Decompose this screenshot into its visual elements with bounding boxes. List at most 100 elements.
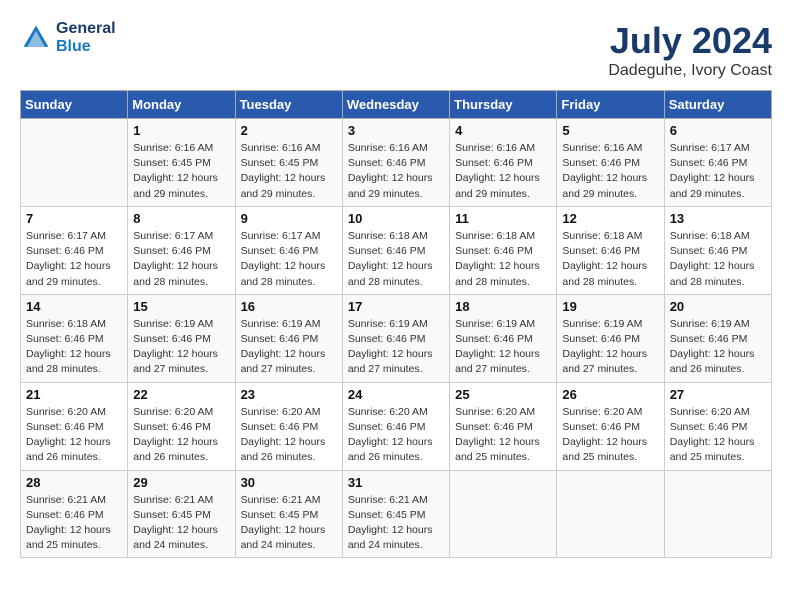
- header-tuesday: Tuesday: [235, 91, 342, 119]
- day-number: 8: [133, 211, 229, 226]
- calendar-cell: 17Sunrise: 6:19 AM Sunset: 6:46 PM Dayli…: [342, 294, 449, 382]
- calendar-cell: 9Sunrise: 6:17 AM Sunset: 6:46 PM Daylig…: [235, 206, 342, 294]
- calendar-cell: 22 Sunrise: 6:20 AM Sunset: 6:46 PM Dayli…: [128, 382, 235, 470]
- calendar-cell: 29 Sunrise: 6:21 AM Sunset: 6:45 PM Dayli…: [128, 470, 235, 558]
- header-saturday: Saturday: [664, 91, 771, 119]
- calendar-cell: 6 Sunrise: 6:17 AM Sunset: 6:46 PM Daylig…: [664, 119, 771, 207]
- day-number: 6: [670, 123, 766, 138]
- day-number: 14: [26, 299, 122, 314]
- calendar-cell: 2 Sunrise: 6:16 AM Sunset: 6:45 PM Daylig…: [235, 119, 342, 207]
- day-info: Sunrise: 6:20 AM Sunset: 6:46 PM Dayligh…: [562, 405, 658, 466]
- day-number: 29: [133, 475, 229, 490]
- day-info: Sunrise: 6:20 AM Sunset: 6:46 PM Dayligh…: [26, 405, 122, 466]
- month-title: July 2024: [608, 20, 772, 62]
- logo-text: General Blue: [56, 20, 116, 56]
- calendar-cell: 11 Sunrise: 6:18 AM Sunset: 6:46 PM Dayli…: [450, 206, 557, 294]
- day-info: Sunrise: 6:21 AM Sunset: 6:45 PM Dayligh…: [133, 493, 229, 554]
- day-number: 19: [562, 299, 658, 314]
- logo: General Blue: [20, 20, 116, 56]
- day-number: 4: [455, 123, 551, 138]
- calendar-cell: 12Sunrise: 6:18 AM Sunset: 6:46 PM Dayli…: [557, 206, 664, 294]
- day-info: Sunrise: 6:21 AM Sunset: 6:46 PM Dayligh…: [26, 493, 122, 554]
- calendar-cell: 5 Sunrise: 6:16 AM Sunset: 6:46 PM Daylig…: [557, 119, 664, 207]
- day-info: Sunrise: 6:18 AM Sunset: 6:46 PM Dayligh…: [670, 229, 766, 290]
- day-info: Sunrise: 6:20 AM Sunset: 6:46 PM Dayligh…: [670, 405, 766, 466]
- day-number: 23: [241, 387, 337, 402]
- day-info: Sunrise: 6:21 AM Sunset: 6:45 PM Dayligh…: [241, 493, 337, 554]
- calendar-cell: 15 Sunrise: 6:19 AM Sunset: 6:46 PM Dayli…: [128, 294, 235, 382]
- calendar-cell: 1Sunrise: 6:16 AM Sunset: 6:45 PM Daylig…: [128, 119, 235, 207]
- day-info: Sunrise: 6:20 AM Sunset: 6:46 PM Dayligh…: [133, 405, 229, 466]
- day-number: 31: [348, 475, 444, 490]
- calendar-cell: 20 Sunrise: 6:19 AM Sunset: 6:46 PM Dayli…: [664, 294, 771, 382]
- header-sunday: Sunday: [21, 91, 128, 119]
- day-number: 11: [455, 211, 551, 226]
- calendar-cell: 4 Sunrise: 6:16 AM Sunset: 6:46 PM Daylig…: [450, 119, 557, 207]
- day-number: 20: [670, 299, 766, 314]
- day-number: 3: [348, 123, 444, 138]
- location-subtitle: Dadeguhe, Ivory Coast: [608, 62, 772, 80]
- day-info: Sunrise: 6:16 AM Sunset: 6:45 PM Dayligh…: [241, 141, 337, 202]
- day-info: Sunrise: 6:19 AM Sunset: 6:46 PM Dayligh…: [241, 317, 337, 378]
- calendar-cell: [21, 119, 128, 207]
- day-number: 17: [348, 299, 444, 314]
- calendar-cell: 14 Sunrise: 6:18 AM Sunset: 6:46 PM Dayli…: [21, 294, 128, 382]
- calendar-cell: 21 Sunrise: 6:20 AM Sunset: 6:46 PM Dayli…: [21, 382, 128, 470]
- day-number: 27: [670, 387, 766, 402]
- day-number: 18: [455, 299, 551, 314]
- day-info: Sunrise: 6:19 AM Sunset: 6:46 PM Dayligh…: [670, 317, 766, 378]
- calendar-cell: [557, 470, 664, 558]
- logo-icon: [20, 22, 52, 54]
- day-info: Sunrise: 6:16 AM Sunset: 6:46 PM Dayligh…: [348, 141, 444, 202]
- day-number: 1: [133, 123, 229, 138]
- calendar-cell: 28 Sunrise: 6:21 AM Sunset: 6:46 PM Dayli…: [21, 470, 128, 558]
- day-number: 13: [670, 211, 766, 226]
- day-info: Sunrise: 6:19 AM Sunset: 6:46 PM Dayligh…: [133, 317, 229, 378]
- calendar-cell: 25 Sunrise: 6:20 AM Sunset: 6:46 PM Dayli…: [450, 382, 557, 470]
- calendar-cell: 26Sunrise: 6:20 AM Sunset: 6:46 PM Dayli…: [557, 382, 664, 470]
- header-thursday: Thursday: [450, 91, 557, 119]
- day-info: Sunrise: 6:18 AM Sunset: 6:46 PM Dayligh…: [455, 229, 551, 290]
- calendar-cell: 30 Sunrise: 6:21 AM Sunset: 6:45 PM Dayli…: [235, 470, 342, 558]
- header-monday: Monday: [128, 91, 235, 119]
- day-number: 25: [455, 387, 551, 402]
- calendar-cell: [664, 470, 771, 558]
- calendar-cell: 16 Sunrise: 6:19 AM Sunset: 6:46 PM Dayli…: [235, 294, 342, 382]
- day-info: Sunrise: 6:17 AM Sunset: 6:46 PM Dayligh…: [670, 141, 766, 202]
- calendar-week-1: 1 Sunrise: 6:16 AM Sunset: 6:45 PM Daylig…: [21, 119, 772, 207]
- calendar-cell: 23Sunrise: 6:20 AM Sunset: 6:46 PM Dayli…: [235, 382, 342, 470]
- day-number: 24: [348, 387, 444, 402]
- day-info: Sunrise: 6:17 AM Sunset: 6:46 PM Dayligh…: [241, 229, 337, 290]
- day-number: 22: [133, 387, 229, 402]
- day-number: 21: [26, 387, 122, 402]
- day-number: 15: [133, 299, 229, 314]
- calendar-week-5: 28 Sunrise: 6:21 AM Sunset: 6:46 PM Dayli…: [21, 470, 772, 558]
- calendar-week-4: 21 Sunrise: 6:20 AM Sunset: 6:46 PM Dayli…: [21, 382, 772, 470]
- calendar-cell: 18Sunrise: 6:19 AM Sunset: 6:46 PM Dayli…: [450, 294, 557, 382]
- calendar-cell: 19 Sunrise: 6:19 AM Sunset: 6:46 PM Dayli…: [557, 294, 664, 382]
- day-number: 2: [241, 123, 337, 138]
- day-info: Sunrise: 6:18 AM Sunset: 6:46 PM Dayligh…: [562, 229, 658, 290]
- page-header: General Blue July 2024 Dadeguhe, Ivory C…: [20, 20, 772, 80]
- day-number: 10: [348, 211, 444, 226]
- day-info: Sunrise: 6:18 AM Sunset: 6:46 PM Dayligh…: [26, 317, 122, 378]
- day-info: Sunrise: 6:17 AM Sunset: 6:46 PM Dayligh…: [133, 229, 229, 290]
- calendar-cell: 31Sunrise: 6:21 AM Sunset: 6:45 PM Dayli…: [342, 470, 449, 558]
- day-number: 16: [241, 299, 337, 314]
- calendar-header-row: SundayMondayTuesdayWednesdayThursdayFrid…: [21, 91, 772, 119]
- day-number: 28: [26, 475, 122, 490]
- day-number: 5: [562, 123, 658, 138]
- calendar-cell: [450, 470, 557, 558]
- day-info: Sunrise: 6:20 AM Sunset: 6:46 PM Dayligh…: [348, 405, 444, 466]
- day-number: 30: [241, 475, 337, 490]
- day-info: Sunrise: 6:16 AM Sunset: 6:46 PM Dayligh…: [562, 141, 658, 202]
- day-info: Sunrise: 6:20 AM Sunset: 6:46 PM Dayligh…: [455, 405, 551, 466]
- header-wednesday: Wednesday: [342, 91, 449, 119]
- day-info: Sunrise: 6:17 AM Sunset: 6:46 PM Dayligh…: [26, 229, 122, 290]
- day-info: Sunrise: 6:16 AM Sunset: 6:46 PM Dayligh…: [455, 141, 551, 202]
- calendar-cell: 8 Sunrise: 6:17 AM Sunset: 6:46 PM Daylig…: [128, 206, 235, 294]
- calendar-cell: 24 Sunrise: 6:20 AM Sunset: 6:46 PM Dayli…: [342, 382, 449, 470]
- calendar-cell: 10 Sunrise: 6:18 AM Sunset: 6:46 PM Dayli…: [342, 206, 449, 294]
- day-info: Sunrise: 6:18 AM Sunset: 6:46 PM Dayligh…: [348, 229, 444, 290]
- day-info: Sunrise: 6:19 AM Sunset: 6:46 PM Dayligh…: [562, 317, 658, 378]
